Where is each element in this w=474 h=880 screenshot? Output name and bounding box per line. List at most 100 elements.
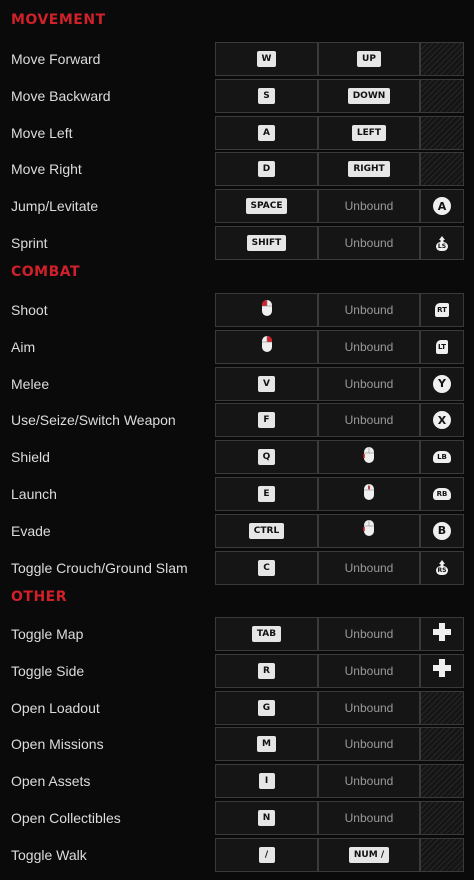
primary-binding-slot[interactable]: TAB [215, 617, 318, 651]
primary-binding-slot[interactable]: Q [215, 440, 318, 475]
secondary-unbound-label: Unbound [344, 413, 394, 428]
primary-binding-slot[interactable]: CTRL [215, 513, 318, 548]
gamepad-binding-slot[interactable]: RB [420, 477, 464, 511]
primary-binding-slot[interactable]: / [215, 837, 318, 872]
primary-binding-slot[interactable] [215, 293, 318, 327]
primary-key-cap: W [256, 51, 277, 67]
action-label: Open Loadout [11, 699, 100, 716]
action-label: Aim [11, 338, 36, 355]
primary-binding-slot[interactable]: I [215, 764, 318, 799]
gamepad-binding-slot [420, 727, 464, 762]
gamepad-lt-trigger-icon: LT [435, 339, 449, 354]
primary-binding-slot[interactable]: N [215, 801, 318, 835]
secondary-unbound-label: Unbound [344, 560, 394, 575]
primary-binding-slot[interactable]: A [215, 115, 318, 150]
gamepad-binding-slot[interactable]: RS [420, 550, 464, 585]
secondary-binding-slot[interactable]: RIGHT [318, 152, 420, 187]
primary-key-cap: F [258, 412, 275, 429]
section-title-combat: COMBAT [11, 264, 81, 280]
primary-key-cap: CTRL [248, 522, 285, 539]
secondary-binding-slot[interactable]: Unbound [318, 617, 420, 651]
action-label: Toggle Walk [11, 846, 87, 863]
action-label: Evade [11, 522, 51, 539]
binding-row: Move Forward W UP [0, 42, 474, 76]
action-label: Move Right [11, 161, 82, 178]
gamepad-binding-slot[interactable] [420, 653, 464, 688]
secondary-binding-slot[interactable]: Unbound [318, 329, 420, 364]
secondary-binding-slot[interactable]: Unbound [318, 690, 420, 725]
secondary-key-cap: UP [357, 51, 381, 67]
primary-binding-slot[interactable]: SHIFT [215, 226, 318, 260]
action-label: Open Collectibles [11, 810, 121, 826]
binding-row: Aim Unbound LT [0, 329, 474, 364]
gamepad-binding-slot[interactable]: Y [420, 366, 464, 401]
primary-binding-slot[interactable]: G [215, 690, 318, 725]
primary-binding-slot[interactable]: C [215, 550, 318, 585]
primary-binding-slot[interactable]: M [215, 727, 318, 762]
primary-binding-slot[interactable]: W [215, 42, 318, 76]
secondary-binding-slot[interactable]: Unbound [318, 403, 420, 438]
binding-row: Toggle Crouch/Ground Slam C Unbound RS [0, 550, 474, 585]
secondary-binding-slot[interactable]: Unbound [318, 801, 420, 835]
secondary-unbound-label: Unbound [344, 663, 394, 678]
gamepad-rb-bumper-icon: RB [432, 488, 452, 500]
gamepad-binding-slot [420, 152, 464, 187]
gamepad-binding-slot[interactable]: LS [420, 226, 464, 260]
gamepad-binding-slot[interactable]: A [420, 189, 464, 224]
secondary-unbound-label: Unbound [344, 339, 394, 354]
secondary-binding-slot[interactable]: Unbound [318, 550, 420, 585]
secondary-binding-slot[interactable]: Unbound [318, 226, 420, 260]
gamepad-a-button-icon: A [433, 197, 451, 216]
secondary-binding-slot[interactable] [318, 440, 420, 475]
secondary-binding-slot[interactable]: NUM / [318, 837, 420, 872]
gamepad-y-button-icon: Y [433, 374, 451, 393]
mouse-left-icon [260, 298, 274, 323]
primary-binding-slot[interactable]: F [215, 403, 318, 438]
secondary-key-cap: NUM / [348, 846, 390, 863]
gamepad-binding-slot[interactable]: LB [420, 440, 464, 475]
action-label: Toggle Side [11, 662, 85, 679]
gamepad-binding-slot [420, 115, 464, 150]
secondary-binding-slot[interactable]: Unbound [318, 727, 420, 762]
primary-key-cap: N [257, 810, 276, 826]
secondary-binding-slot[interactable]: Unbound [318, 189, 420, 224]
secondary-binding-slot[interactable] [318, 477, 420, 511]
secondary-binding-slot[interactable]: Unbound [318, 764, 420, 799]
gamepad-lb-bumper-icon: LB [433, 451, 451, 464]
secondary-unbound-label: Unbound [344, 236, 394, 250]
action-label: Launch [11, 486, 57, 502]
secondary-binding-slot[interactable]: Unbound [318, 653, 420, 688]
primary-binding-slot[interactable]: V [215, 366, 318, 401]
secondary-binding-slot[interactable]: Unbound [318, 366, 420, 401]
primary-binding-slot[interactable]: S [215, 78, 318, 113]
mouse-right-icon [260, 334, 274, 359]
secondary-unbound-label: Unbound [344, 774, 394, 789]
primary-binding-slot[interactable]: SPACE [215, 189, 318, 224]
gamepad-binding-slot[interactable]: X [420, 403, 464, 438]
mouse-side-icon [362, 445, 376, 470]
primary-binding-slot[interactable]: D [215, 152, 318, 187]
gamepad-binding-slot[interactable]: RT [420, 293, 464, 327]
primary-binding-slot[interactable]: E [215, 477, 318, 511]
gamepad-binding-slot[interactable]: LT [420, 329, 464, 364]
primary-key-cap: G [257, 699, 276, 716]
primary-binding-slot[interactable]: R [215, 653, 318, 688]
binding-row: Move Backward S DOWN [0, 78, 474, 113]
gamepad-binding-slot[interactable]: B [420, 513, 464, 548]
secondary-binding-slot[interactable]: LEFT [318, 115, 420, 150]
secondary-binding-slot[interactable]: Unbound [318, 293, 420, 327]
gamepad-binding-slot [420, 837, 464, 872]
gamepad-ls-stick-icon: LS [435, 235, 449, 251]
gamepad-binding-slot[interactable] [420, 617, 464, 651]
secondary-binding-slot[interactable]: UP [318, 42, 420, 76]
secondary-binding-slot[interactable]: DOWN [318, 78, 420, 113]
primary-binding-slot[interactable] [215, 329, 318, 364]
secondary-binding-slot[interactable] [318, 513, 420, 548]
action-label: Open Assets [11, 773, 91, 790]
action-label: Melee [11, 375, 50, 392]
primary-key-cap: A [258, 124, 275, 141]
section-title-other: OTHER [11, 589, 68, 605]
secondary-unbound-label: Unbound [344, 737, 394, 752]
primary-key-cap: M [257, 736, 276, 753]
primary-key-cap: R [258, 662, 275, 679]
